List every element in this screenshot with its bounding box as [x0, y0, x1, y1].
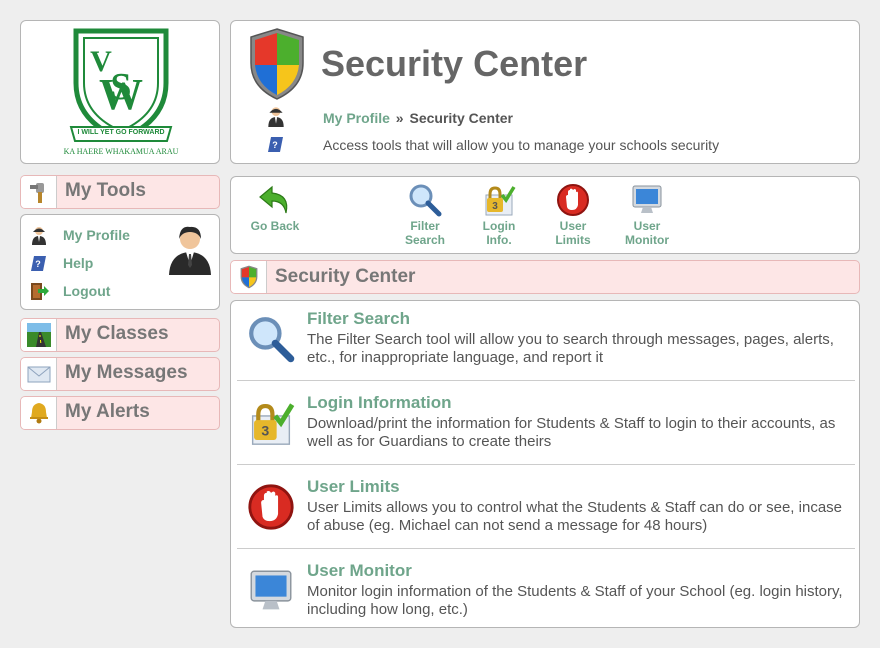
sidebar-my-tools-label: My Tools — [65, 180, 146, 201]
tool-item-user-limits[interactable]: User Limits User Limits allows you to co… — [237, 469, 855, 553]
page-header: Security Center My Profile » Security Ce… — [230, 20, 860, 164]
user-avatar — [169, 226, 211, 275]
tool-title[interactable]: Login Information — [307, 393, 451, 413]
tool-item-filter-search[interactable]: Filter Search The Filter Search tool wil… — [237, 301, 855, 385]
monitor-icon — [250, 570, 292, 610]
page-description: Access tools that will allow you to mana… — [323, 137, 720, 153]
stop-hand-icon — [248, 484, 294, 530]
logout-door-icon — [31, 283, 49, 300]
school-logo-panel: W S V I WILL YET GO FORWARD KA HAERE WHA… — [20, 20, 220, 164]
divider — [237, 380, 855, 381]
school-crest-logo: W S V — [69, 28, 173, 142]
divider — [237, 464, 855, 465]
tool-title[interactable]: User Limits — [307, 477, 400, 497]
tool-title[interactable]: User Monitor — [307, 561, 412, 581]
user-limits-label: User Limits — [555, 219, 591, 247]
toolbar-filter-search-button[interactable]: Filter Search — [395, 183, 455, 247]
svg-text:S: S — [110, 66, 131, 108]
user-monitor-label: User Monitor — [625, 219, 669, 247]
security-tools-list: Filter Search The Filter Search tool wil… — [230, 300, 860, 628]
sidebar-my-classes-label: My Classes — [65, 323, 169, 344]
filter-search-label: Filter Search — [404, 219, 446, 247]
breadcrumb-my-profile-link[interactable]: My Profile — [323, 110, 390, 126]
sidebar-my-tools[interactable]: My Tools — [20, 175, 220, 209]
svg-text:?: ? — [272, 140, 278, 150]
sidebar-my-alerts[interactable]: My Alerts — [20, 396, 220, 430]
security-toolbar: Go Back Filter Search 3 Login Info. User… — [230, 176, 860, 254]
sidebar-my-alerts-label: My Alerts — [65, 401, 150, 422]
logo-subtitle: KA HAERE WHAKAMUA ARAU — [63, 147, 179, 156]
envelope-icon — [27, 366, 50, 383]
breadcrumb: My Profile » Security Center — [323, 110, 513, 126]
login-info-label: Login Info. — [482, 219, 516, 247]
tool-description: User Limits allows you to control what t… — [307, 499, 842, 534]
svg-text:?: ? — [35, 259, 41, 269]
magnifier-icon — [249, 317, 295, 363]
person-icon — [268, 107, 284, 127]
help-book-icon: ? — [268, 137, 283, 152]
tool-description: The Filter Search tool will allow you to… — [307, 331, 834, 366]
classes-road-icon — [26, 323, 51, 347]
person-icon — [32, 227, 46, 245]
toolbar-user-limits-button[interactable]: User Limits — [543, 183, 603, 247]
stop-hand-icon — [557, 184, 589, 216]
security-shield-icon — [250, 28, 304, 100]
sidebar-my-messages-label: My Messages — [65, 362, 188, 383]
breadcrumb-separator: » — [395, 110, 404, 126]
svg-text:3: 3 — [261, 423, 269, 439]
tool-item-login-information[interactable]: 3 Login Information Download/print the i… — [237, 385, 855, 469]
svg-text:3: 3 — [492, 201, 498, 212]
divider — [237, 548, 855, 549]
page-title: Security Center — [321, 43, 588, 84]
sidebar-my-messages[interactable]: My Messages — [20, 357, 220, 391]
back-arrow-icon — [259, 185, 288, 214]
tool-title[interactable]: Filter Search — [307, 309, 410, 329]
profile-links-panel: My Profile ? Help Logout — [20, 214, 220, 310]
tool-item-user-monitor[interactable]: User Monitor Monitor login information o… — [237, 553, 855, 637]
tool-description: Download/print the information for Stude… — [307, 415, 836, 450]
section-title: Security Center — [275, 266, 416, 287]
my-profile-link-label: My Profile — [63, 227, 130, 243]
breadcrumb-current: Security Center — [409, 110, 513, 126]
bell-icon — [29, 403, 48, 424]
toolbar-login-info-button[interactable]: 3 Login Info. — [469, 183, 529, 247]
magnifier-icon — [409, 184, 442, 217]
tool-description: Monitor login information of the Student… — [307, 583, 843, 618]
tools-icon — [29, 183, 44, 203]
help-book-icon: ? — [31, 256, 46, 271]
help-link-label: Help — [63, 255, 94, 271]
toolbar-user-monitor-button[interactable]: User Monitor — [617, 183, 677, 247]
monitor-icon — [632, 185, 662, 213]
security-shield-icon — [240, 265, 257, 289]
section-header: Security Center — [230, 260, 860, 294]
logo-motto: I WILL YET GO FORWARD — [77, 129, 165, 136]
sidebar-link-my-profile[interactable]: My Profile — [29, 223, 130, 247]
go-back-button[interactable]: Go Back — [245, 183, 305, 233]
lock-check-icon: 3 — [251, 403, 295, 445]
sidebar-link-help[interactable]: ? Help — [29, 251, 93, 275]
logout-link-label: Logout — [63, 283, 111, 299]
sidebar-link-logout[interactable]: Logout — [29, 279, 110, 303]
svg-text:V: V — [90, 45, 112, 78]
lock-check-icon: 3 — [485, 186, 516, 216]
sidebar-my-classes[interactable]: My Classes — [20, 318, 220, 352]
go-back-label: Go Back — [250, 219, 300, 233]
